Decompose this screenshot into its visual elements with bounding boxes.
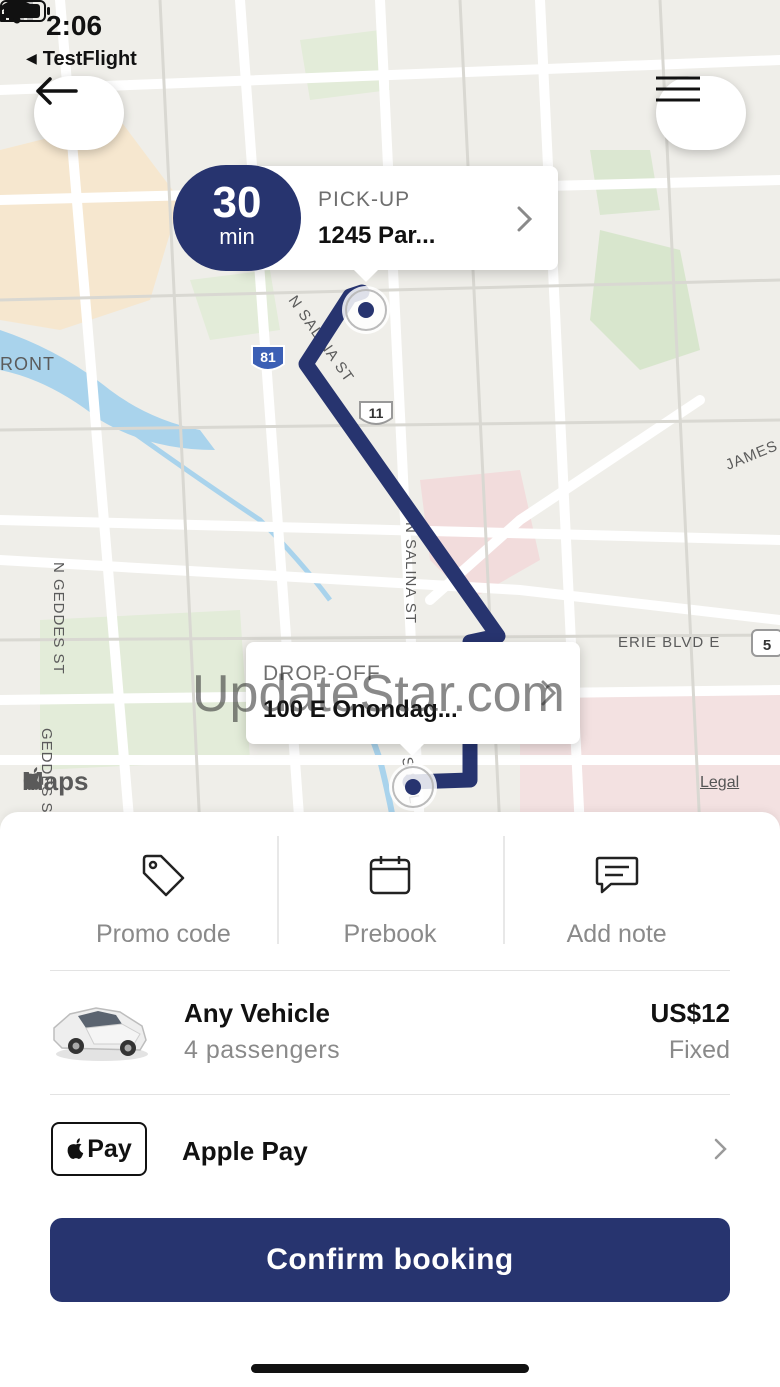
street-label: RONT bbox=[0, 354, 55, 374]
status-time: 2:06 bbox=[46, 10, 103, 41]
back-triangle-icon: ◀ bbox=[26, 50, 37, 66]
chevron-right-icon bbox=[517, 206, 533, 232]
promo-code-button[interactable]: Promo code bbox=[50, 836, 277, 948]
car-icon bbox=[53, 1007, 148, 1061]
vehicle-price: US$12 bbox=[650, 998, 731, 1028]
eta-badge: 30 min bbox=[173, 165, 301, 271]
apple-logo-icon bbox=[23, 767, 41, 790]
maps-attribution: Maps bbox=[22, 766, 88, 797]
message-icon bbox=[595, 856, 638, 894]
street-label: N GEDDES ST bbox=[50, 562, 67, 675]
street-label: ERIE BLVD E bbox=[618, 634, 720, 651]
ny5-shield-icon: 5 bbox=[751, 629, 780, 657]
calendar-icon bbox=[369, 856, 411, 895]
svg-text:81: 81 bbox=[260, 349, 276, 365]
payment-method-row[interactable]: Pay Apple Pay bbox=[50, 1122, 730, 1178]
back-app-label: TestFlight bbox=[42, 48, 137, 70]
pickup-marker-icon bbox=[342, 286, 390, 334]
eta-value: 30 bbox=[212, 178, 262, 227]
svg-text:11: 11 bbox=[369, 405, 384, 421]
apple-logo-icon bbox=[67, 1138, 84, 1159]
watermark: UpdateStar.com bbox=[192, 665, 565, 723]
divider bbox=[50, 1094, 730, 1095]
promo-code-label: Promo code bbox=[95, 920, 231, 948]
home-indicator bbox=[251, 1364, 529, 1373]
pickup-label: PICK-UP bbox=[318, 188, 411, 211]
street-label: N SALINA ST bbox=[402, 522, 419, 624]
action-row: Promo code Prebook Add note bbox=[50, 836, 730, 948]
divider bbox=[50, 970, 730, 971]
confirm-booking-button[interactable]: Confirm booking bbox=[50, 1218, 730, 1302]
status-bar: 2:06 ◀ TestFlight bbox=[0, 0, 780, 80]
vehicle-passengers: 4 passengers bbox=[184, 1036, 341, 1064]
prebook-button[interactable]: Prebook bbox=[276, 836, 504, 948]
add-note-button[interactable]: Add note bbox=[503, 836, 730, 948]
payment-method-name: Apple Pay bbox=[182, 1136, 308, 1166]
back-to-app-link[interactable]: ◀ TestFlight bbox=[26, 48, 137, 71]
apple-pay-badge: Pay bbox=[51, 1122, 147, 1176]
add-note-label: Add note bbox=[566, 920, 667, 948]
svg-text:5: 5 bbox=[763, 637, 771, 654]
legal-link[interactable]: Legal bbox=[700, 774, 739, 792]
price-type: Fixed bbox=[668, 1036, 730, 1064]
pickup-address: 1245 Par... bbox=[318, 222, 436, 249]
apple-pay-badge-label: Pay bbox=[87, 1134, 132, 1163]
menu-button[interactable] bbox=[656, 76, 746, 150]
eta-unit: min bbox=[219, 224, 255, 249]
vehicle-name: Any Vehicle bbox=[184, 998, 330, 1028]
prebook-label: Prebook bbox=[343, 920, 437, 948]
booking-sheet: Promo code Prebook Add note Any Vehicle … bbox=[0, 812, 780, 1387]
battery-icon bbox=[0, 0, 50, 22]
route-map[interactable]: 81 11 5 N SALINA ST N SALINA ST N GEDDES… bbox=[0, 0, 780, 830]
i81-shield-icon: 81 bbox=[251, 345, 285, 371]
back-button[interactable] bbox=[34, 76, 124, 150]
arrow-left-icon bbox=[36, 77, 78, 105]
tag-icon bbox=[143, 854, 185, 897]
vehicle-option[interactable]: Any Vehicle 4 passengers US$12 Fixed bbox=[50, 984, 730, 1084]
dropoff-marker-icon bbox=[389, 763, 437, 811]
hamburger-menu-icon bbox=[656, 76, 700, 102]
us11-shield-icon: 11 bbox=[359, 401, 393, 425]
chevron-right-icon bbox=[714, 1138, 727, 1160]
